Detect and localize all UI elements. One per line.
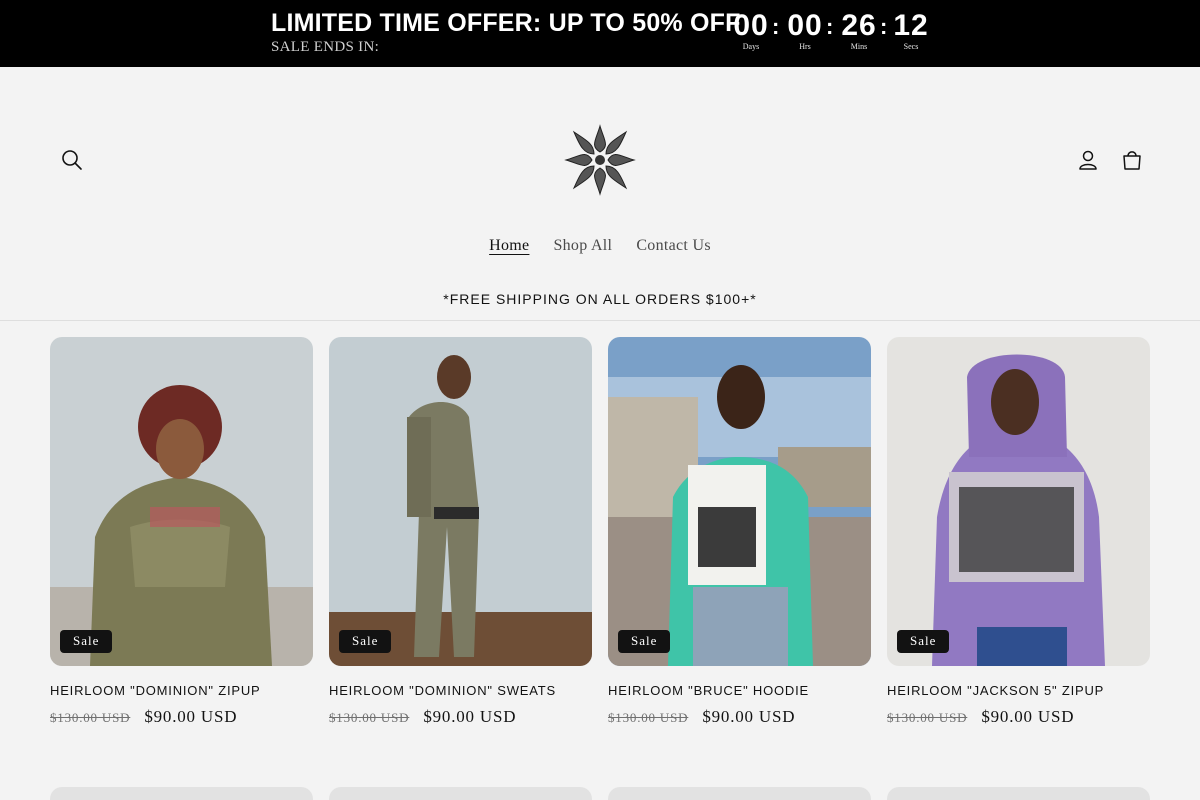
countdown-separator: :: [880, 14, 888, 39]
product-card[interactable]: Sale HEIRLOOM "BRUCE" HOODIE $130.00 USD…: [608, 337, 871, 727]
product-image[interactable]: Sale: [887, 337, 1150, 666]
product-price: $130.00 USD $90.00 USD: [50, 707, 313, 727]
countdown-days-value: 00: [733, 9, 769, 42]
product-title[interactable]: HEIRLOOM "JACKSON 5" ZIPUP: [887, 683, 1150, 698]
regular-price: $130.00 USD: [50, 710, 131, 725]
shipping-notice: *FREE SHIPPING ON ALL ORDERS $100+*: [443, 291, 757, 307]
sale-price: $90.00 USD: [423, 707, 517, 726]
countdown-hours-value: 00: [787, 9, 823, 42]
product-image[interactable]: Sale: [329, 337, 592, 666]
regular-price: $130.00 USD: [887, 710, 968, 725]
nav-contact-us[interactable]: Contact Us: [636, 237, 711, 261]
countdown-separator: :: [772, 14, 780, 39]
product-title[interactable]: HEIRLOOM "DOMINION" ZIPUP: [50, 683, 313, 698]
sale-price: $90.00 USD: [144, 707, 238, 726]
main-nav: Home Shop All Contact Us: [0, 237, 1200, 261]
product-title[interactable]: HEIRLOOM "BRUCE" HOODIE: [608, 683, 871, 698]
product-price: $130.00 USD $90.00 USD: [887, 707, 1150, 727]
nav-home[interactable]: Home: [489, 237, 529, 261]
cart-icon: [1123, 151, 1141, 170]
product-title[interactable]: HEIRLOOM "DOMINION" SWEATS: [329, 683, 592, 698]
regular-price: $130.00 USD: [329, 710, 410, 725]
product-card-next-row[interactable]: [50, 787, 313, 800]
search-button[interactable]: [55, 143, 89, 177]
search-icon: [62, 150, 82, 170]
cart-button[interactable]: [1115, 143, 1149, 177]
product-card-next-row[interactable]: [887, 787, 1150, 800]
sale-badge: Sale: [60, 630, 113, 653]
regular-price: $130.00 USD: [608, 710, 689, 725]
countdown-mins: 26 Mins: [838, 8, 880, 51]
product-card-next-row[interactable]: [608, 787, 871, 800]
countdown-mins-value: 26: [841, 9, 877, 42]
sale-badge: Sale: [339, 630, 392, 653]
nav-shop-all[interactable]: Shop All: [553, 237, 612, 261]
product-image[interactable]: Sale: [608, 337, 871, 666]
account-icon: [1079, 150, 1097, 170]
product-price: $130.00 USD $90.00 USD: [329, 707, 592, 727]
countdown-secs-value: 12: [893, 9, 929, 42]
sale-badge: Sale: [897, 630, 950, 653]
product-card[interactable]: Sale HEIRLOOM "DOMINION" ZIPUP $130.00 U…: [50, 337, 313, 727]
countdown-timer: 00 Days : 00 Hrs : 26 Mins : 12 Secs: [730, 8, 930, 58]
product-price: $130.00 USD $90.00 USD: [608, 707, 871, 727]
account-button[interactable]: [1071, 143, 1105, 177]
sale-price: $90.00 USD: [981, 707, 1075, 726]
countdown-hours: 00 Hrs: [784, 8, 826, 51]
product-card[interactable]: Sale HEIRLOOM "DOMINION" SWEATS $130.00 …: [329, 337, 592, 727]
countdown-separator: :: [826, 14, 834, 39]
announcement-bar: LIMITED TIME OFFER: UP TO 50% OFF SALE E…: [0, 0, 1200, 67]
product-card[interactable]: Sale HEIRLOOM "JACKSON 5" ZIPUP $130.00 …: [887, 337, 1150, 727]
sale-price: $90.00 USD: [702, 707, 796, 726]
site-header: Home Shop All Contact Us *FREE SHIPPING …: [0, 67, 1200, 321]
promo-subtitle: SALE ENDS IN:: [271, 39, 380, 55]
countdown-days: 00 Days: [730, 8, 772, 51]
product-image[interactable]: Sale: [50, 337, 313, 666]
sale-badge: Sale: [618, 630, 671, 653]
countdown-secs: 12 Secs: [890, 8, 932, 51]
brand-logo[interactable]: [560, 122, 640, 198]
promo-title: LIMITED TIME OFFER: UP TO 50% OFF: [271, 9, 741, 37]
product-card-next-row[interactable]: [329, 787, 592, 800]
